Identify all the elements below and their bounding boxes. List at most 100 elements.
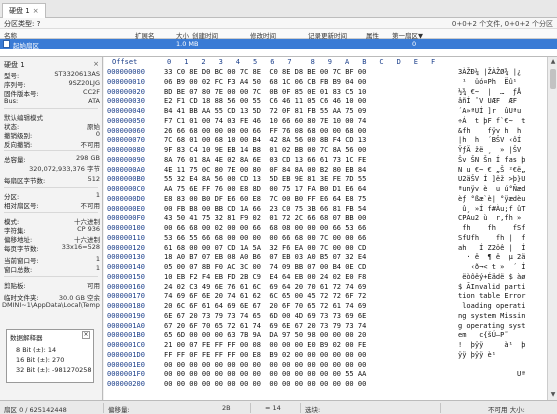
hex-row[interactable]: 000000150 10 EB F2 F4 EB FD 2B C9 E4 64 E…: [104, 273, 547, 283]
bus-row: Bus: ATA: [4, 97, 100, 106]
hex-offset: 000000100: [107, 224, 145, 232]
hex-bytes: FF FF 0F FE FF FF 00 E8 B9 02 00 00 00 0…: [164, 350, 367, 359]
vertical-scrollbar[interactable]: ▲ ▼: [547, 57, 557, 400]
hex-col-header: E: [413, 58, 419, 66]
data-interpreter[interactable]: 数据解释器 × 8 Bit (±): 14 16 Bit (±): 270 32…: [6, 329, 94, 383]
capacity-bytes: 320,072,933,376 字节: [29, 165, 100, 173]
panel-close-icon[interactable]: ×: [93, 60, 99, 68]
interp-32bit: 32 Bit (±): -981270258: [16, 366, 92, 374]
hex-row[interactable]: 0000000E0 00 FB B8 00 BB CD 1A 66 23 C0 7…: [104, 205, 547, 215]
hex-row[interactable]: 000000170 74 69 6F 6E 20 74 61 62 6C 65 0…: [104, 292, 547, 302]
hex-row[interactable]: 000000040 B4 41 BB AA 55 CD 13 5D 72 0F 8…: [104, 107, 547, 117]
hex-row[interactable]: 000000130 18 A0 B7 07 EB 08 A0 B6 07 EB 0…: [104, 253, 547, 263]
hex-row[interactable]: 000000060 26 66 68 00 00 00 00 66 FF 76 0…: [104, 127, 547, 137]
status-divider: [250, 403, 251, 413]
status-offset-value: 2B: [222, 404, 231, 412]
status-bar: 扇区 0 / 625142448 偏移量: 2B = 14 选块: 不可用 大小…: [0, 400, 557, 414]
capacity-bytes-row: 320,072,933,376 字节: [4, 163, 100, 173]
hex-ascii: g operating syst: [458, 321, 526, 330]
hex-row[interactable]: 0000001A0 67 20 6F 70 65 72 61 74 69 6E 6…: [104, 322, 547, 332]
hex-row[interactable]: 000000190 6E 67 20 73 79 73 74 65 6D 00 4…: [104, 312, 547, 322]
capacity-gb: 298 GB: [76, 154, 100, 162]
scroll-thumb[interactable]: [550, 69, 556, 89]
scroll-down-icon[interactable]: ▼: [549, 391, 557, 399]
hex-offset: 000000050: [107, 116, 145, 125]
hex-offset: 0000001E0: [107, 360, 145, 369]
hex-ascii: ŸƒÄ žë ¸ » |ŠV: [458, 146, 526, 154]
hex-row[interactable]: 000000030 E2 F1 CD 18 88 56 00 55 C6 46 1…: [104, 97, 547, 107]
hex-ascii: [458, 361, 525, 369]
hex-row[interactable]: 000000140 05 00 07 8B F0 AC 3C 00 74 09 B…: [104, 263, 547, 273]
file-list-header: 名称 扩展名 大小 创建时间 修改时间 记录更新时间 属性 第一扇区▼: [0, 29, 557, 40]
hex-ascii: ! þÿÿ à¹ þ: [458, 341, 526, 349]
hex-offset: 000000150: [107, 272, 145, 281]
hex-offset: 000000180: [107, 302, 145, 310]
hex-col-header: 7: [287, 58, 292, 66]
hex-row[interactable]: 0000000F0 43 50 41 75 32 81 F9 02 01 72 2…: [104, 214, 547, 224]
undo-reverse-row: 反向撤销: 不可用: [4, 139, 100, 149]
hex-bytes: 21 00 07 FE FF FF 00 08 00 00 00 E0 B9 0…: [164, 341, 367, 349]
hex-row[interactable]: 0000001B0 65 6D 00 00 00 63 7B 9A DA 97 5…: [104, 331, 547, 341]
hex-row[interactable]: 000000180 20 6C 6F 61 64 69 6E 67 20 6F 7…: [104, 302, 547, 312]
hex-ascii: ¹ üó¤Ph Ëû¹: [458, 77, 522, 86]
hex-row[interactable]: 0000001F0 00 00 00 00 00 00 00 00 00 00 0…: [104, 370, 547, 380]
hex-offset: 000000170: [107, 292, 145, 301]
firmware-row: 固件版本号: CC2F: [4, 88, 100, 98]
hex-editor[interactable]: Offset 0 1 2 3 4 5 6 7 8 9 A B C D E F 000000000 33 C0 8…: [104, 57, 547, 400]
info-bar: 分区类型: ? 0+0+2 个文件, 0+0+2 个分区: [0, 18, 557, 29]
tab-label: 硬盘 1: [9, 7, 30, 15]
file-row-selected[interactable]: 起始扇区 1.0 MB 0: [0, 39, 557, 50]
scroll-up-icon[interactable]: ▲: [549, 58, 557, 66]
row-size: 1.0 MB: [176, 40, 199, 48]
hex-row[interactable]: 000000120 61 68 00 00 07 CD 1A 5A 32 F6 E…: [104, 244, 547, 254]
hex-bytes: 06 B9 00 02 FC F3 A4 50 68 1C 06 CB FB B…: [164, 77, 367, 86]
hex-ascii: $ ÃInvalid parti: [458, 282, 526, 291]
hex-bytes: B4 41 BB AA 55 CD 13 5D 72 0F 81 FB 55 A…: [164, 107, 367, 115]
interpreter-close-icon[interactable]: ×: [82, 331, 90, 339]
hex-ascii: èƒ °ßæ`è| °ÿædèu: [458, 194, 526, 203]
status-sector: 扇区 0 / 625142448: [4, 406, 67, 414]
windows-row: 窗口总数: 1: [4, 264, 100, 274]
tab-close-icon[interactable]: ×: [33, 7, 39, 15]
hex-row[interactable]: 0000000D0 E8 83 00 B0 DF E6 60 E8 7C 00 B…: [104, 195, 547, 205]
hex-row[interactable]: 000000020 BD BE 07 80 7E 00 00 7C 0B 0F 8…: [104, 88, 547, 98]
hex-row[interactable]: 000000050 F7 C1 01 00 74 03 FE 46 10 66 6…: [104, 117, 547, 127]
hex-row[interactable]: 000000000 33 C0 8E D0 BC 00 7C 8E C0 8E D…: [104, 68, 547, 78]
divider: [4, 276, 98, 277]
hex-bytes: 00 00 00 00 00 00 00 00 00 00 00 00 00 0…: [164, 370, 367, 379]
hex-row[interactable]: 0000001E0 00 00 00 00 00 00 00 00 00 00 0…: [104, 361, 547, 371]
hex-row[interactable]: 0000001C0 21 00 07 FE FF FF 00 08 00 00 0…: [104, 341, 547, 351]
hex-row[interactable]: 0000001D0 FF FF 0F FE FF FF 00 E8 B9 02 0…: [104, 351, 547, 361]
hex-ascii: Šv ŠN Šn Í fas þ: [458, 155, 526, 164]
hex-bytes: 33 C0 8E D0 BC 00 7C 8E C0 8E D8 BE 00 7…: [164, 68, 367, 76]
hex-row[interactable]: 000000080 9F 83 C4 10 9E EB 14 B8 01 02 B…: [104, 146, 547, 156]
hex-row[interactable]: 0000000B0 55 32 E4 8A 56 00 CD 13 5D EB 9…: [104, 175, 547, 185]
hex-bytes: 7C 68 01 00 68 10 00 B4 42 8A 56 00 8B F…: [164, 136, 367, 145]
hex-row[interactable]: 000000070 7C 68 01 00 68 10 00 B4 42 8A 5…: [104, 136, 547, 146]
hex-row[interactable]: 000000110 53 66 55 66 68 00 00 00 00 66 6…: [104, 234, 547, 244]
tab-disk-1[interactable]: 硬盘 1 ×: [2, 3, 46, 18]
serial-row: 序列号: 9SZ20LJG: [4, 79, 100, 89]
hex-offset: 0000000A0: [107, 165, 145, 174]
hex-row[interactable]: 000000160 24 02 C3 49 6E 76 61 6C 69 64 2…: [104, 283, 547, 293]
hex-row[interactable]: 000000100 00 66 68 00 02 00 00 66 68 08 0…: [104, 224, 547, 234]
hex-bytes: E2 F1 CD 18 88 56 00 55 C6 46 11 05 C6 4…: [164, 97, 367, 106]
hex-offset: 000000040: [107, 107, 145, 115]
hex-row[interactable]: 000000200 00 00 00 00 00 00 00 00 00 00 0…: [104, 380, 547, 390]
hex-row[interactable]: 0000000C0 AA 75 6E FF 76 00 E8 8D 00 75 1…: [104, 185, 547, 195]
hex-offset: 000000160: [107, 282, 145, 291]
hex-row[interactable]: 0000000A0 4E 11 75 0C 80 7E 00 80 0F 84 8…: [104, 166, 547, 176]
hex-offset: 0000000B0: [107, 175, 145, 184]
hex-row[interactable]: 000000010 06 B9 00 02 FC F3 A4 50 68 1C 0…: [104, 78, 547, 88]
hex-row[interactable]: 000000090 8A 76 01 8A 4E 02 8A 6E 03 CD 1…: [104, 156, 547, 166]
mode-row: 模式: 十六进制: [4, 216, 100, 226]
status-block-label: 选块:: [305, 406, 321, 414]
file-list-area: [0, 49, 557, 57]
hex-offset: 000000060: [107, 126, 145, 135]
divider: [4, 150, 98, 151]
interp-8bit: 8 Bit (±): 14: [16, 346, 57, 354]
hex-ascii: ½¾ €~ | … ƒÅ: [458, 87, 526, 96]
hex-col-header: 8: [310, 58, 315, 66]
hex-ascii: ÷Á t þF f`€~ t: [458, 116, 526, 125]
hex-col-header: F: [431, 58, 436, 66]
